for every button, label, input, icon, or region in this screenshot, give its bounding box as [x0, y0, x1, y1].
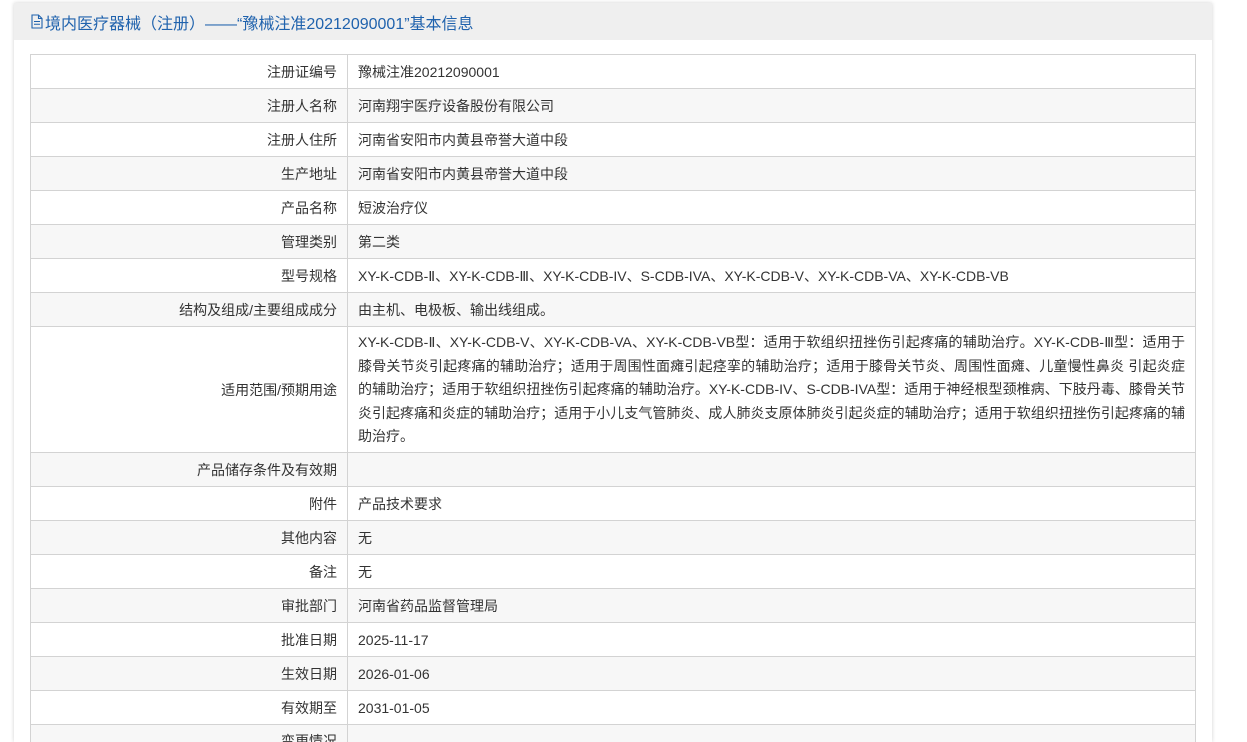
registrant-address-label: 注册人住所: [31, 123, 348, 156]
info-table: 注册证编号 豫械注准20212090001 注册人名称 河南翔宇医疗设备股份有限…: [30, 54, 1196, 742]
management-category-label: 管理类别: [31, 225, 348, 258]
row-other-content: 其他内容 无: [31, 520, 1195, 554]
row-attachments: 附件 产品技术要求: [31, 486, 1195, 520]
intended-use-value: XY-K-CDB-Ⅱ、XY-K-CDB-V、XY-K-CDB-VA、XY-K-C…: [358, 334, 1185, 444]
production-address-label: 生产地址: [31, 157, 348, 190]
row-remarks: 备注 无: [31, 554, 1195, 588]
change-history-label: 变更情况: [31, 725, 348, 742]
management-category-value: 第二类: [358, 233, 400, 250]
row-expiry-date: 有效期至 2031-01-05: [31, 690, 1195, 724]
structure-composition-label: 结构及组成/主要组成成分: [31, 293, 348, 326]
other-content-value: 无: [358, 529, 372, 546]
approval-date-label: 批准日期: [31, 623, 348, 656]
registrant-name-value: 河南翔宇医疗设备股份有限公司: [358, 97, 554, 114]
row-change-history: 变更情况: [31, 724, 1195, 742]
remarks-label: 备注: [31, 555, 348, 588]
change-history-value: [348, 725, 1195, 742]
registration-number-label: 注册证编号: [31, 55, 348, 88]
row-storage-conditions: 产品储存条件及有效期: [31, 452, 1195, 486]
effective-date-label: 生效日期: [31, 657, 348, 690]
storage-conditions-value: [348, 453, 1195, 486]
row-registration-number: 注册证编号 豫械注准20212090001: [31, 54, 1195, 88]
row-model-specification: 型号规格 XY-K-CDB-Ⅱ、XY-K-CDB-Ⅲ、XY-K-CDB-IV、S…: [31, 258, 1195, 292]
row-registrant-address: 注册人住所 河南省安阳市内黄县帝誉大道中段: [31, 122, 1195, 156]
approval-department-value: 河南省药品监督管理局: [358, 597, 498, 614]
registration-number-value: 豫械注准20212090001: [358, 63, 500, 80]
model-specification-label: 型号规格: [31, 259, 348, 292]
attachments-value: 产品技术要求: [358, 495, 442, 512]
row-registrant-name: 注册人名称 河南翔宇医疗设备股份有限公司: [31, 88, 1195, 122]
production-address-value: 河南省安阳市内黄县帝誉大道中段: [358, 165, 568, 182]
effective-date-value: 2026-01-06: [358, 665, 430, 682]
product-name-label: 产品名称: [31, 191, 348, 224]
storage-conditions-label: 产品储存条件及有效期: [31, 453, 348, 486]
approval-date-value: 2025-11-17: [358, 631, 429, 648]
expiry-date-label: 有效期至: [31, 691, 348, 724]
row-structure-composition: 结构及组成/主要组成成分 由主机、电极板、输出线组成。: [31, 292, 1195, 326]
row-production-address: 生产地址 河南省安阳市内黄县帝誉大道中段: [31, 156, 1195, 190]
product-name-value: 短波治疗仪: [358, 199, 428, 216]
row-management-category: 管理类别 第二类: [31, 224, 1195, 258]
row-approval-department: 审批部门 河南省药品监督管理局: [31, 588, 1195, 622]
panel-header: 境内医疗器械（注册）——“豫械注准20212090001”基本信息: [14, 3, 1212, 40]
row-intended-use: 适用范围/预期用途 XY-K-CDB-Ⅱ、XY-K-CDB-V、XY-K-CDB…: [31, 326, 1195, 452]
expiry-date-value: 2031-01-05: [358, 699, 430, 716]
other-content-label: 其他内容: [31, 521, 348, 554]
row-approval-date: 批准日期 2025-11-17: [31, 622, 1195, 656]
row-product-name: 产品名称 短波治疗仪: [31, 190, 1195, 224]
attachments-label: 附件: [31, 487, 348, 520]
remarks-value: 无: [358, 563, 372, 580]
registrant-name-label: 注册人名称: [31, 89, 348, 122]
model-specification-value: XY-K-CDB-Ⅱ、XY-K-CDB-Ⅲ、XY-K-CDB-IV、S-CDB-…: [358, 267, 1009, 284]
row-effective-date: 生效日期 2026-01-06: [31, 656, 1195, 690]
page-title: 境内医疗器械（注册）——“豫械注准20212090001”基本信息: [45, 15, 474, 33]
structure-composition-value: 由主机、电极板、输出线组成。: [358, 301, 554, 318]
intended-use-label: 适用范围/预期用途: [31, 327, 348, 452]
document-icon: [31, 14, 43, 29]
registrant-address-value: 河南省安阳市内黄县帝誉大道中段: [358, 131, 568, 148]
info-panel: 境内医疗器械（注册）——“豫械注准20212090001”基本信息 注册证编号 …: [14, 3, 1212, 742]
approval-department-label: 审批部门: [31, 589, 348, 622]
